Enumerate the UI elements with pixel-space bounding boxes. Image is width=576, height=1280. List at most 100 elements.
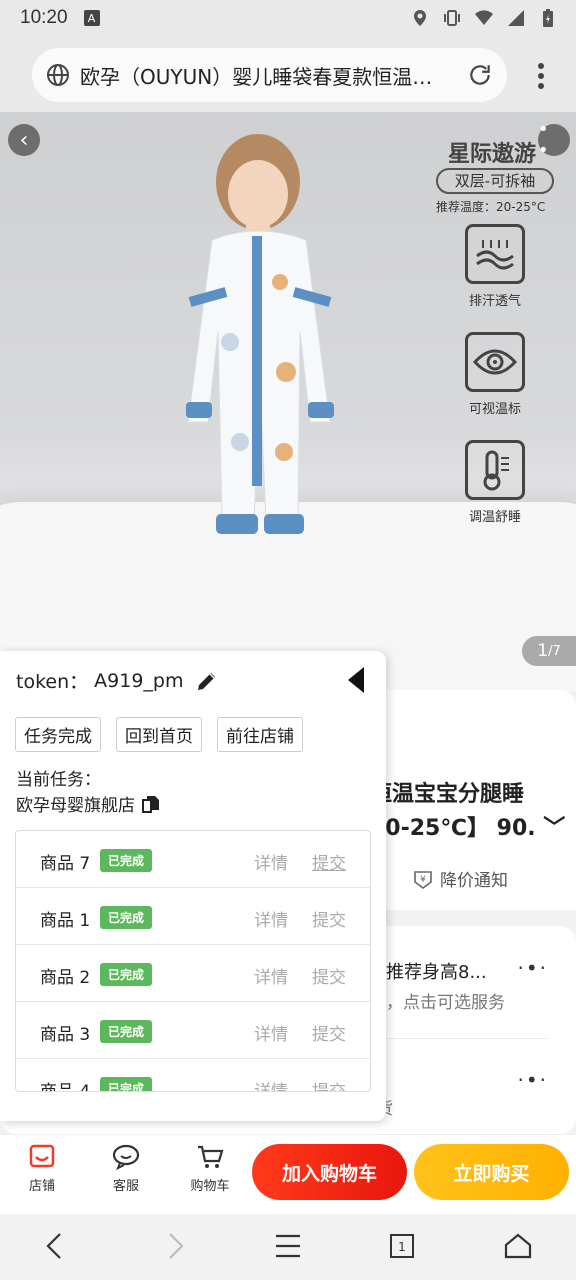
detail-link[interactable]: 详情 bbox=[254, 849, 288, 874]
submit-link[interactable]: 提交 bbox=[312, 963, 346, 988]
cart-button[interactable]: 购物车 bbox=[180, 1141, 240, 1194]
service-label: 客服 bbox=[112, 1179, 139, 1194]
shop-icon bbox=[29, 1144, 55, 1168]
task-row: 商品 3 已完成 详情 提交 bbox=[16, 1002, 370, 1059]
task-name: 商品 4 bbox=[40, 1082, 91, 1092]
tabs-icon[interactable]: 1 bbox=[386, 1230, 418, 1262]
reload-icon[interactable] bbox=[467, 62, 493, 88]
detail-link[interactable]: 详情 bbox=[254, 1020, 288, 1045]
product-name-line2: 20-25℃】 90. ﹀ bbox=[370, 816, 566, 841]
status-badge: 已完成 bbox=[100, 906, 153, 929]
go-to-shop-button[interactable]: 前往店铺 bbox=[217, 717, 303, 752]
service-option-hint: ，点击可选服务 bbox=[386, 993, 505, 1013]
collapse-panel-icon[interactable] bbox=[344, 665, 368, 695]
detail-link[interactable]: 详情 bbox=[254, 906, 288, 931]
eye-icon bbox=[465, 332, 525, 392]
task-list[interactable]: 商品 7 已完成 详情 提交 商品 1 已完成 详情 提交 商品 2 已完成 详… bbox=[15, 830, 371, 1092]
token-row: token： A919_pm bbox=[16, 667, 219, 694]
menu-icon[interactable] bbox=[272, 1230, 304, 1262]
product-name-line1: 恒温宝宝分腿睡 bbox=[370, 782, 525, 807]
cart-icon bbox=[198, 1145, 224, 1168]
detail-link[interactable]: 详情 bbox=[254, 1077, 288, 1091]
status-badge: 已完成 bbox=[100, 1077, 153, 1091]
price-alert-label: 降价通知 bbox=[440, 871, 508, 891]
shop-button[interactable]: 店铺 bbox=[12, 1141, 72, 1194]
image-counter-total: /7 bbox=[548, 643, 561, 659]
feature-label: 调温舒睡 bbox=[468, 510, 521, 525]
more-button[interactable]: • • bbox=[538, 119, 570, 161]
thermometer-icon bbox=[465, 440, 525, 500]
svg-text:1: 1 bbox=[398, 1240, 406, 1254]
submit-link[interactable]: 提交 bbox=[312, 849, 346, 874]
product-image[interactable]: ‹ • • 星际遨游 双层-可拆袖 推荐温度：20-25°C 排汗透气 可视温标… bbox=[0, 112, 576, 692]
submit-link[interactable]: 提交 bbox=[312, 1020, 346, 1045]
more-dots-icon[interactable]: ·•· bbox=[517, 1068, 548, 1092]
copy-icon[interactable] bbox=[141, 794, 161, 814]
task-row: 商品 7 已完成 详情 提交 bbox=[16, 831, 370, 888]
forward-icon[interactable] bbox=[158, 1230, 190, 1262]
child-sleep-sack-illustration bbox=[186, 134, 334, 534]
task-row: 商品 1 已完成 详情 提交 bbox=[16, 888, 370, 945]
vibrate-icon bbox=[444, 10, 460, 26]
chevron-down-icon: ﹀ bbox=[535, 816, 566, 841]
home-icon[interactable] bbox=[502, 1230, 534, 1262]
chat-icon bbox=[112, 1144, 140, 1171]
customer-service-button[interactable]: 客服 bbox=[96, 1141, 156, 1194]
cart-label: 购物车 bbox=[190, 1179, 230, 1194]
task-name: 商品 3 bbox=[40, 1025, 91, 1045]
token-value: A919_pm bbox=[94, 669, 184, 692]
task-row: 商品 4 已完成 详情 提交 bbox=[16, 1059, 370, 1092]
buy-now-button[interactable]: 立即购买 bbox=[414, 1144, 569, 1200]
signal-icon bbox=[508, 10, 524, 26]
breathable-icon bbox=[465, 224, 525, 284]
location-icon bbox=[414, 10, 426, 26]
current-task-label: 当前任务： bbox=[16, 770, 101, 790]
url-bar[interactable]: 欧孕（OUYUN）婴儿睡袋春夏款恒温宝宝分腿睡袋 bbox=[32, 48, 507, 102]
size-recommendation: 推荐身高8... bbox=[386, 962, 487, 983]
wifi-icon bbox=[475, 10, 493, 25]
detail-link[interactable]: 详情 bbox=[254, 963, 288, 988]
shop-label: 店铺 bbox=[28, 1179, 55, 1194]
image-counter: 1/7 bbox=[522, 636, 576, 666]
back-icon[interactable] bbox=[40, 1230, 72, 1262]
current-task-value: 欧孕母婴旗舰店 bbox=[16, 796, 135, 816]
browser-toolbar: 欧孕（OUYUN）婴儿睡袋春夏款恒温宝宝分腿睡袋 bbox=[0, 36, 576, 112]
token-label: token： bbox=[16, 671, 89, 693]
divider bbox=[386, 1038, 550, 1039]
product-name[interactable]: 恒温宝宝分腿睡 20-25℃】 90. ﹀ bbox=[370, 778, 570, 846]
image-counter-current: 1 bbox=[537, 641, 549, 661]
more-dots-icon[interactable]: ·•· bbox=[517, 956, 548, 980]
notification-a-icon: A bbox=[83, 10, 100, 26]
panel-buttons: 任务完成 回到首页 前往店铺 bbox=[15, 717, 303, 752]
back-home-button[interactable]: 回到首页 bbox=[116, 717, 202, 752]
status-badge: 已完成 bbox=[100, 963, 153, 986]
price-alert-button[interactable]: ¥ 降价通知 bbox=[412, 866, 508, 891]
feature-breathable: 排汗透气 bbox=[460, 224, 530, 309]
feature-label: 排汗透气 bbox=[468, 294, 521, 309]
task-complete-button[interactable]: 任务完成 bbox=[15, 717, 101, 752]
feature-thermo: 调温舒睡 bbox=[460, 440, 530, 525]
submit-link[interactable]: 提交 bbox=[312, 1077, 346, 1091]
submit-link[interactable]: 提交 bbox=[312, 906, 346, 931]
feature-pill: 双层-可拆袖 bbox=[436, 168, 554, 194]
more-menu-icon[interactable] bbox=[536, 62, 546, 90]
task-row: 商品 2 已完成 详情 提交 bbox=[16, 945, 370, 1002]
price-tag-icon: ¥ bbox=[414, 870, 432, 889]
task-name: 商品 2 bbox=[40, 968, 91, 988]
svg-text:¥: ¥ bbox=[420, 875, 426, 885]
status-time: 10:20 bbox=[20, 7, 68, 28]
feature-label: 可视温标 bbox=[468, 402, 521, 417]
current-task: 欧孕母婴旗舰店 bbox=[16, 791, 161, 816]
globe-icon bbox=[47, 64, 69, 86]
back-button[interactable]: ‹ bbox=[8, 124, 40, 156]
task-name: 商品 1 bbox=[40, 911, 91, 931]
token-task-panel: token： A919_pm 任务完成 回到首页 前往店铺 当前任务： 欧孕母婴… bbox=[0, 651, 386, 1121]
feature-eye: 可视温标 bbox=[460, 332, 530, 417]
add-to-cart-button[interactable]: 加入购物车 bbox=[252, 1144, 407, 1200]
status-badge: 已完成 bbox=[100, 1020, 153, 1043]
task-name: 商品 7 bbox=[40, 854, 91, 874]
bottom-action-bar: 店铺 客服 购物车 加入购物车 立即购买 bbox=[0, 1134, 576, 1214]
status-badge: 已完成 bbox=[100, 849, 153, 872]
feature-temp: 推荐温度：20-25°C bbox=[436, 200, 546, 214]
edit-pencil-icon[interactable] bbox=[195, 669, 219, 693]
